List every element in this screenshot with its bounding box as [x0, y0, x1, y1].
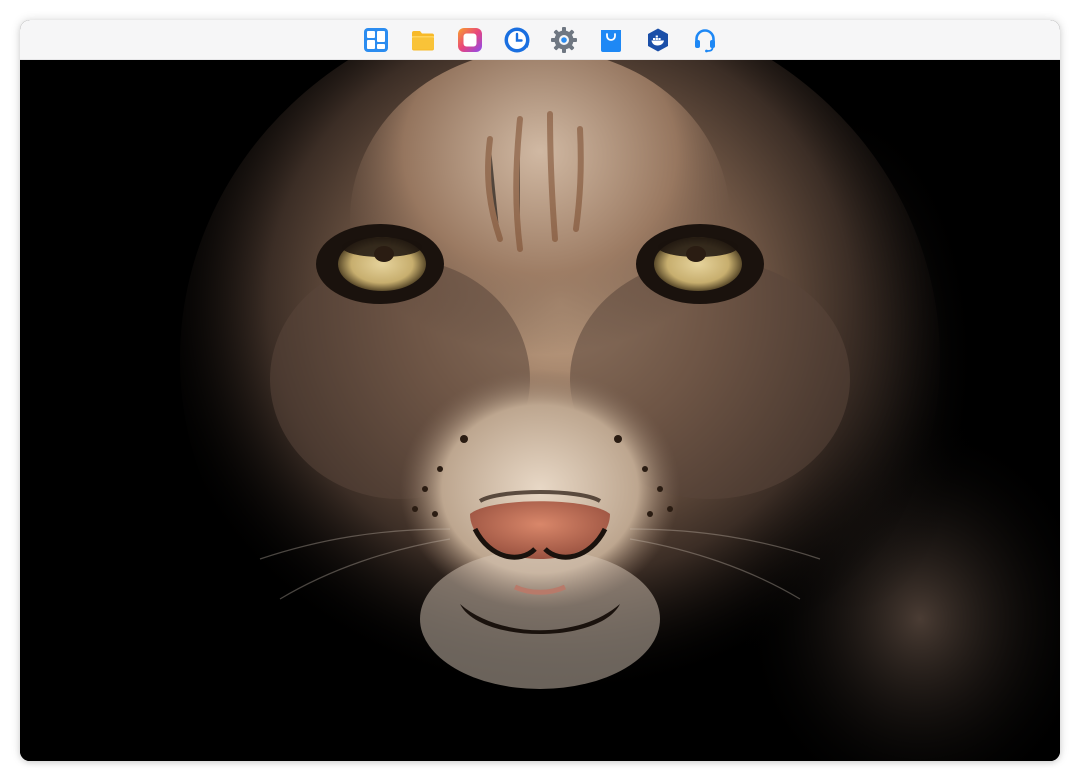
taskbar	[20, 20, 1060, 60]
photos-icon	[457, 27, 482, 52]
grid-menu-icon	[363, 27, 388, 52]
backup-button[interactable]	[503, 26, 531, 54]
clock-backup-icon	[504, 27, 529, 52]
desktop-wallpaper	[20, 59, 1060, 761]
docker-icon	[647, 28, 668, 51]
file-manager-button[interactable]	[409, 26, 437, 54]
folder-icon	[411, 30, 434, 50]
main-menu-button[interactable]	[362, 26, 390, 54]
lynx-face-icon	[20, 59, 1060, 761]
headset-icon	[694, 28, 715, 52]
docker-button[interactable]	[644, 26, 672, 54]
gear-icon	[550, 26, 577, 53]
app-store-button[interactable]	[597, 26, 625, 54]
photos-button[interactable]	[456, 26, 484, 54]
shopping-bag-icon	[600, 29, 621, 52]
support-button[interactable]	[691, 26, 719, 54]
settings-button[interactable]	[550, 26, 578, 54]
desktop-window	[20, 20, 1060, 761]
